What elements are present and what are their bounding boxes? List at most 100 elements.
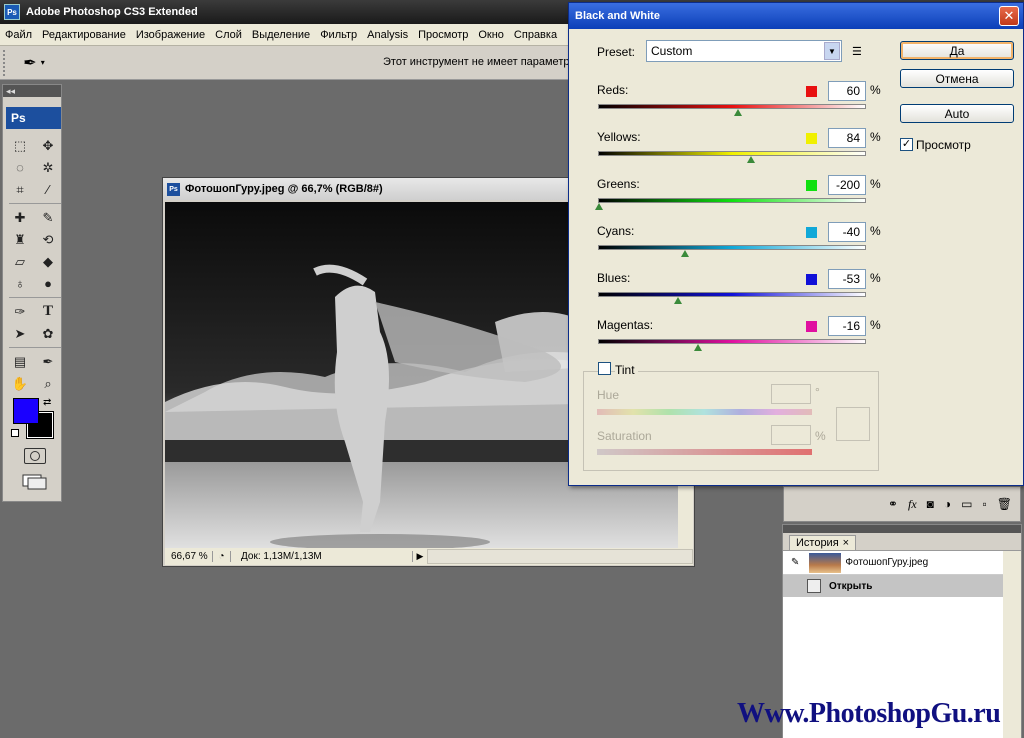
slider-track[interactable]: [598, 104, 866, 109]
tool-preset-picker[interactable]: ✒ ▾: [17, 50, 51, 76]
preset-label: Preset:: [597, 45, 636, 59]
close-icon[interactable]: ✕: [999, 6, 1019, 26]
preview-checkbox[interactable]: ✓: [900, 138, 913, 151]
slider-track[interactable]: [598, 292, 866, 297]
zoom-icon[interactable]: ⌕: [37, 373, 59, 394]
zoom-level[interactable]: 66,67 %: [165, 551, 213, 562]
saturation-field[interactable]: [771, 425, 811, 445]
snapshot-label: ФотошопГуру.jpeg: [845, 557, 929, 568]
saturation-percent-unit: %: [815, 429, 826, 443]
slider-thumb[interactable]: [680, 250, 689, 257]
healing-brush-icon[interactable]: ✚: [9, 207, 31, 228]
history-scrollbar[interactable]: [1003, 551, 1021, 738]
marquee-icon[interactable]: ⬚: [9, 135, 31, 156]
slider-track[interactable]: [598, 151, 866, 156]
close-icon[interactable]: ×: [843, 537, 849, 549]
percent-sign: %: [870, 130, 881, 144]
pen-icon[interactable]: ✑: [9, 301, 31, 322]
blur-icon[interactable]: ♁: [9, 273, 31, 294]
eyedropper-icon[interactable]: ✒: [37, 351, 59, 372]
dialog-title-bar[interactable]: Black and White: [569, 3, 1023, 29]
history-panel-header[interactable]: [783, 525, 1021, 533]
menu-filter[interactable]: Фильтр: [315, 29, 362, 41]
preset-select[interactable]: Custom ▼: [646, 40, 842, 62]
screen-mode-icon[interactable]: [22, 474, 48, 490]
preset-value: Custom: [651, 44, 693, 58]
history-brush-source-icon[interactable]: ✎: [791, 557, 799, 568]
document-horizontal-scrollbar[interactable]: [427, 549, 693, 564]
magic-wand-icon[interactable]: ✲: [37, 157, 59, 178]
chevron-down-icon[interactable]: ▼: [824, 42, 840, 60]
link-layers-icon[interactable]: ⚭: [888, 497, 898, 511]
saturation-slider[interactable]: [597, 449, 812, 455]
new-group-icon[interactable]: ▭: [961, 497, 972, 511]
menu-window[interactable]: Окно: [473, 29, 509, 41]
menu-file[interactable]: Файл: [0, 29, 37, 41]
hue-slider[interactable]: [597, 409, 812, 415]
eraser-icon[interactable]: ▱: [9, 251, 31, 272]
path-selection-icon[interactable]: ➤: [9, 323, 31, 344]
move-icon[interactable]: ✥: [37, 135, 59, 156]
tint-color-swatch[interactable]: [836, 407, 870, 441]
brush-icon[interactable]: ✎: [37, 207, 59, 228]
paint-bucket-icon[interactable]: ◆: [37, 251, 59, 272]
notes-icon[interactable]: ▤: [9, 351, 31, 372]
slider-value-field[interactable]: 60: [828, 81, 866, 101]
layer-mask-icon[interactable]: ◙: [927, 497, 934, 511]
slider-thumb[interactable]: [595, 203, 603, 210]
slider-value-field[interactable]: -16: [828, 316, 866, 336]
adjustment-layer-icon[interactable]: ◑: [944, 497, 951, 511]
ok-button[interactable]: Да: [900, 41, 1014, 60]
history-step[interactable]: Открыть: [783, 575, 1003, 597]
menu-help[interactable]: Справка: [509, 29, 562, 41]
slider-label: Yellows:: [597, 130, 641, 144]
delete-layer-icon[interactable]: 🗑: [997, 497, 1012, 511]
tab-history[interactable]: История ×: [789, 535, 857, 550]
new-layer-icon[interactable]: ▫: [983, 497, 987, 511]
slice-icon[interactable]: ⁄: [37, 179, 59, 200]
menu-view[interactable]: Просмотр: [413, 29, 473, 41]
menu-analysis[interactable]: Analysis: [362, 29, 413, 41]
shape-icon[interactable]: ✿: [37, 323, 59, 344]
preset-options-icon[interactable]: ☰: [852, 45, 862, 58]
status-menu-arrow-icon[interactable]: ▶: [413, 551, 427, 562]
history-brush-icon[interactable]: ⟲: [37, 229, 59, 250]
slider-value-field[interactable]: -200: [828, 175, 866, 195]
slider-value-field[interactable]: -40: [828, 222, 866, 242]
slider-value-field[interactable]: 84: [828, 128, 866, 148]
swap-colors-icon[interactable]: ⇄: [43, 397, 51, 408]
cancel-button[interactable]: Отмена: [900, 69, 1014, 88]
toolbox-ps-badge[interactable]: Ps: [6, 107, 61, 129]
layer-style-icon[interactable]: fx: [908, 497, 917, 512]
menu-edit[interactable]: Редактирование: [37, 29, 131, 41]
percent-sign: %: [870, 271, 881, 285]
menu-image[interactable]: Изображение: [131, 29, 210, 41]
hand-icon[interactable]: ✋: [9, 373, 31, 394]
slider-thumb[interactable]: [693, 344, 702, 351]
type-icon[interactable]: T: [37, 301, 59, 322]
crop-icon[interactable]: ⌗: [9, 179, 31, 200]
menu-layer[interactable]: Слой: [210, 29, 247, 41]
menu-select[interactable]: Выделение: [247, 29, 315, 41]
quick-mask-icon[interactable]: [24, 448, 46, 464]
slider-thumb[interactable]: [673, 297, 682, 304]
slider-track[interactable]: [598, 339, 866, 344]
default-colors-icon[interactable]: [11, 429, 19, 437]
slider-thumb[interactable]: [734, 109, 743, 116]
hue-field[interactable]: [771, 384, 811, 404]
toolbox-header[interactable]: ◂◂: [3, 85, 61, 97]
slider-value-field[interactable]: -53: [828, 269, 866, 289]
tint-checkbox[interactable]: [598, 362, 611, 375]
slider-track[interactable]: [598, 198, 866, 203]
slider-track[interactable]: [598, 245, 866, 250]
dodge-icon[interactable]: ●: [37, 273, 59, 294]
color-chip: [806, 274, 817, 285]
auto-button[interactable]: Auto: [900, 104, 1014, 123]
foreground-color-swatch[interactable]: [13, 398, 39, 424]
status-options-icon[interactable]: ◔: [213, 551, 231, 562]
clone-stamp-icon[interactable]: ♜: [9, 229, 31, 250]
history-snapshot[interactable]: ✎ ФотошопГуру.jpeg: [783, 551, 1003, 575]
slider-thumb[interactable]: [747, 156, 756, 163]
options-grip[interactable]: [3, 49, 9, 76]
lasso-icon[interactable]: ◌: [9, 157, 31, 178]
